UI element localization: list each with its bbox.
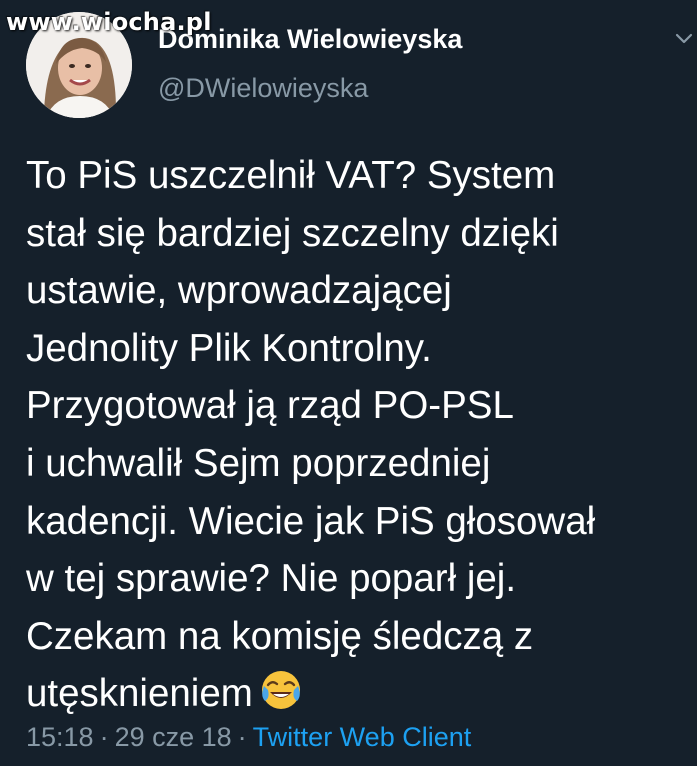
tweet-line: w tej sprawie? Nie poparł jej. — [26, 557, 517, 601]
tweet-client-link[interactable]: Twitter Web Client — [253, 722, 472, 752]
tweet-line: Jednolity Plik Kontrolny. — [26, 326, 432, 370]
tweet-line-last: utęsknieniem — [26, 665, 686, 723]
tweet-line-text: utęsknieniem — [26, 672, 253, 716]
tweet-line: Czekam na komisję śledczą z — [26, 614, 534, 658]
tweet-date[interactable]: 29 cze 18 — [115, 722, 232, 752]
tweet-line: stał się bardziej szczelny dzięki — [26, 211, 559, 255]
meta-separator: · — [99, 722, 109, 752]
chevron-down-icon[interactable] — [672, 30, 696, 48]
face-with-tears-of-joy-icon — [259, 668, 303, 712]
meta-separator: · — [237, 722, 247, 752]
watermark: www.wiocha.pl — [6, 8, 212, 36]
tweet-text: To PiS uszczelnił VAT? System stał się b… — [26, 147, 686, 723]
tweet-line: To PiS uszczelnił VAT? System — [26, 154, 556, 197]
tweet-meta: 15:18 · 29 cze 18 · Twitter Web Client — [26, 722, 471, 753]
tweet-line: Przygotował ją rząd PO-PSL — [26, 384, 514, 428]
tweet-line: kadencji. Wiecie jak PiS głosował — [26, 499, 596, 543]
author-handle[interactable]: @DWielowieyska — [158, 73, 368, 104]
tweet-line: i uchwalił Sejm poprzedniej — [26, 441, 491, 485]
tweet-time[interactable]: 15:18 — [26, 722, 94, 752]
tweet-line: ustawie, wprowadzającej — [26, 269, 452, 313]
